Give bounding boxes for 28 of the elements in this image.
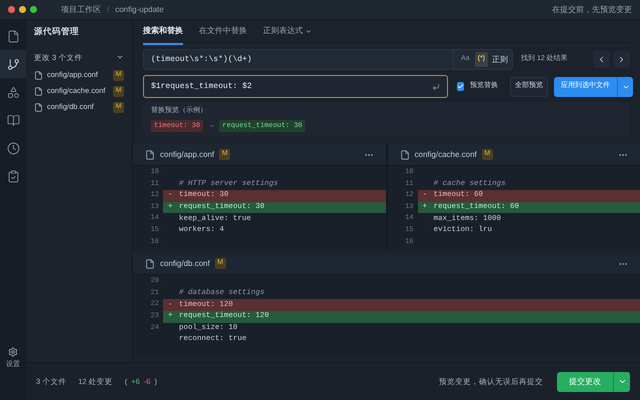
preview-checkbox[interactable] bbox=[457, 82, 464, 91]
breadcrumb-item[interactable]: 项目工作区 bbox=[61, 4, 101, 16]
file-name: config/cache.conf bbox=[414, 148, 477, 160]
file-icon bbox=[34, 102, 43, 112]
tab[interactable]: 正则表达式 bbox=[263, 25, 312, 45]
apply-menu-button[interactable] bbox=[617, 76, 633, 96]
file-icon bbox=[34, 86, 43, 96]
file-name: config/db.conf bbox=[160, 258, 210, 270]
replace-field[interactable]: $1request_timeout: $2 bbox=[143, 75, 448, 98]
chevron-down-icon bbox=[618, 377, 626, 386]
tab[interactable]: 搜索和替换 bbox=[143, 25, 183, 45]
chevron-right-icon bbox=[617, 55, 626, 64]
file-name: config/app.conf bbox=[160, 148, 214, 160]
branch-icon[interactable] bbox=[0, 50, 26, 78]
regex-label: 正则 bbox=[492, 54, 508, 66]
file-icon bbox=[145, 258, 155, 269]
tab[interactable]: 在文件中替换 bbox=[199, 25, 247, 45]
file-icon bbox=[400, 150, 410, 160]
file-icon bbox=[145, 150, 155, 160]
enter-icon bbox=[432, 82, 440, 90]
commit-menu-button[interactable] bbox=[613, 372, 630, 392]
chevron-left-icon bbox=[597, 55, 606, 64]
breadcrumb-separator: / bbox=[107, 4, 110, 16]
settings-icon[interactable] bbox=[8, 346, 18, 356]
file-icon bbox=[34, 70, 43, 80]
title-hint: 在提交前，先预览变更 bbox=[552, 4, 632, 16]
breadcrumb-item[interactable]: config-update bbox=[115, 4, 164, 16]
sidebar-title: 源代码管理 bbox=[34, 25, 80, 38]
